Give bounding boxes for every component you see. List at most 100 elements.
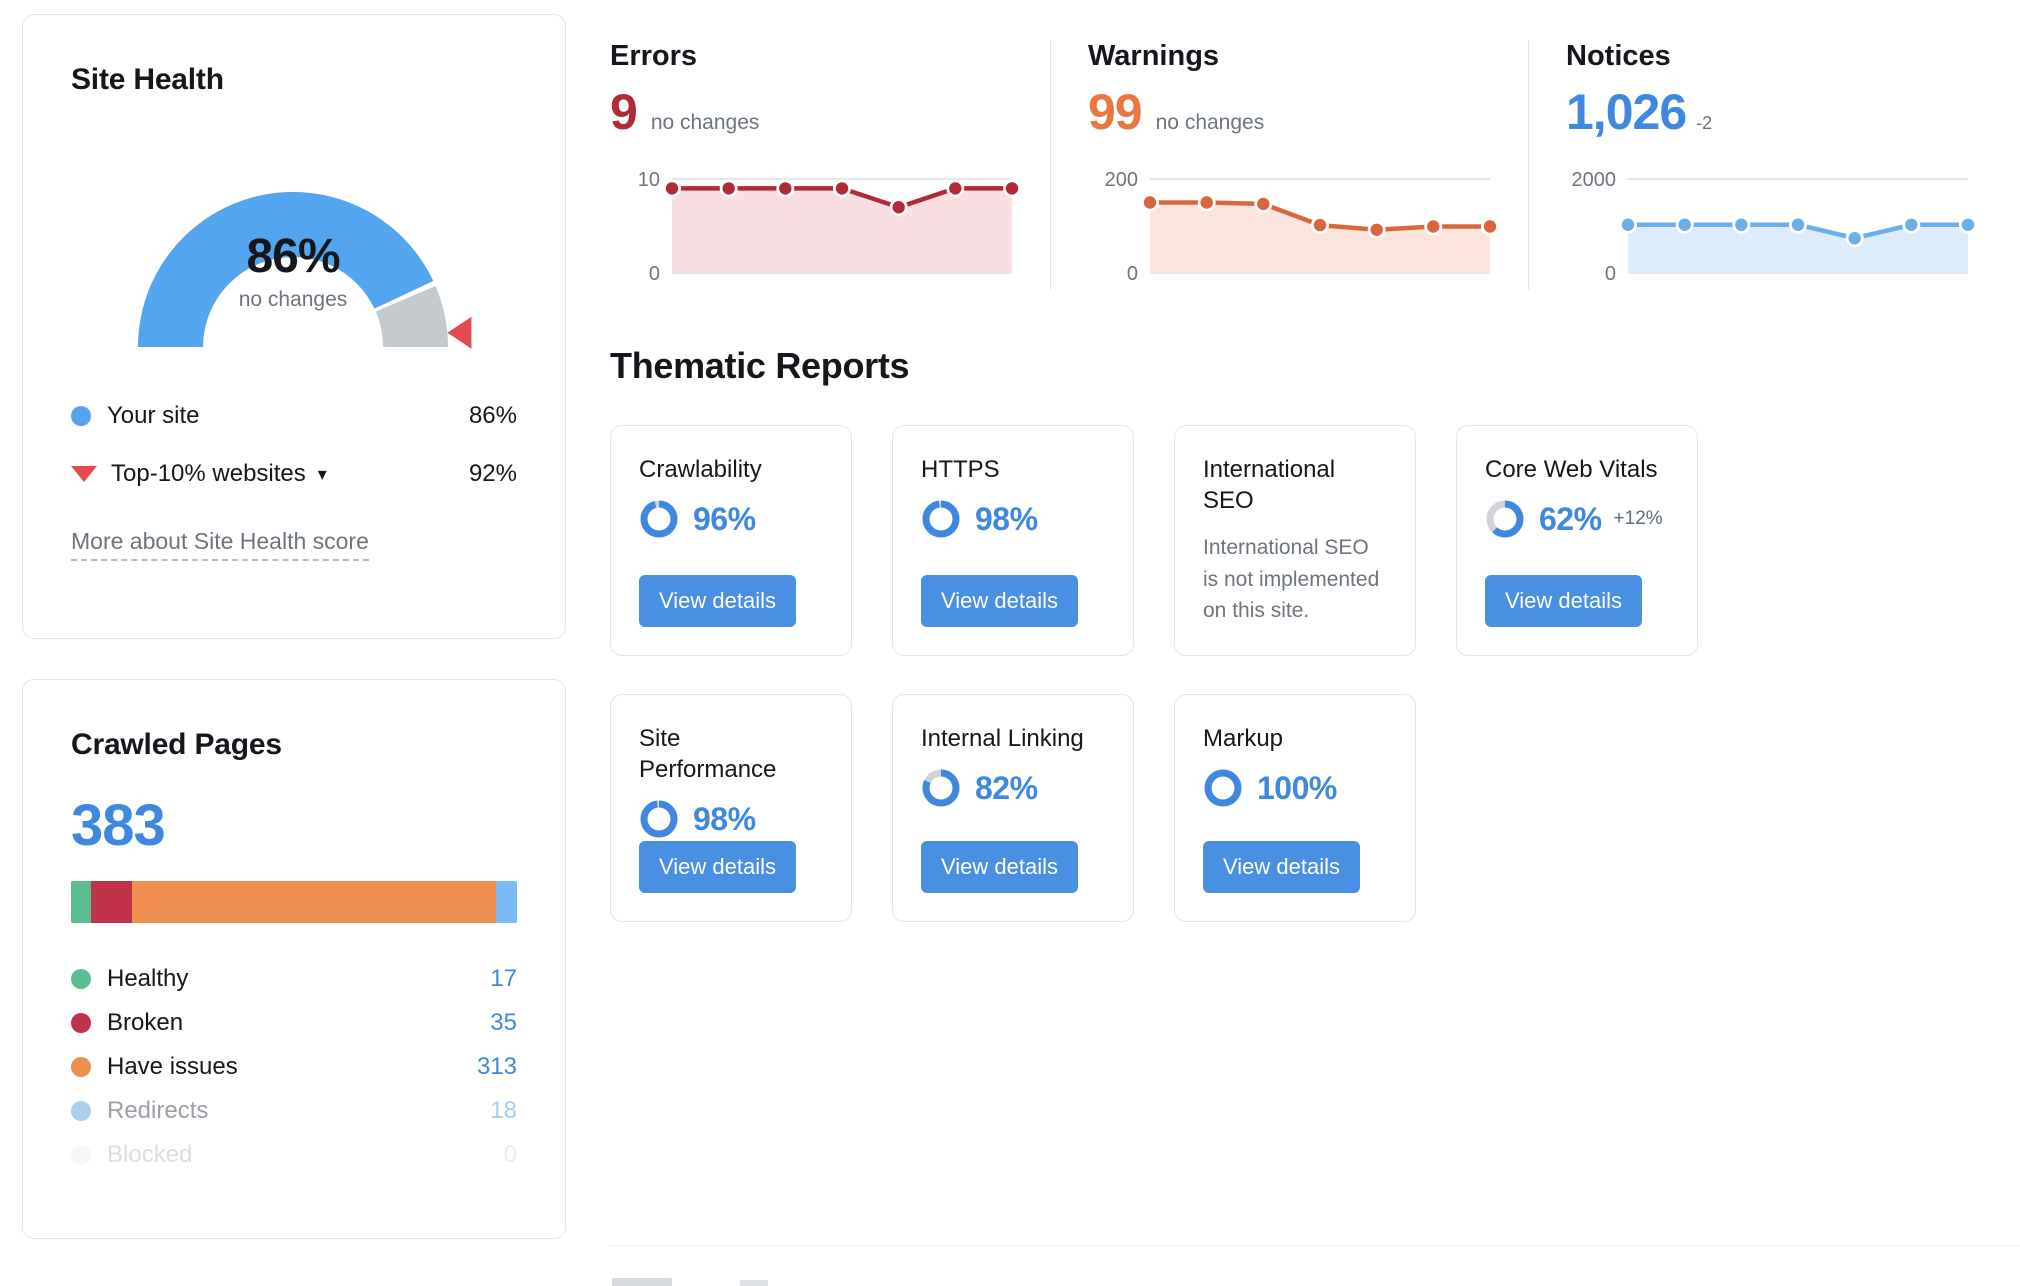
thematic-card-international-seo[interactable]: International SEO International SEO is not… [1174,425,1416,656]
more-about-site-health-link[interactable]: More about Site Health score [71,528,369,561]
data-point[interactable] [949,182,962,195]
data-point[interactable] [1621,218,1635,231]
legend-row-your-site: Your site 86% [71,402,517,430]
view-details-button[interactable]: View details [1485,574,1642,627]
crawled-legend-value: 313 [476,1053,517,1080]
thematic-card-score: 98% [921,499,1107,539]
data-point[interactable] [1313,218,1327,232]
metric-title: Warnings [1088,40,1220,72]
circle-icon [71,1057,91,1077]
thematic-card-percent: 98% [975,500,1038,537]
data-point[interactable] [1257,197,1270,211]
site-health-score: 86% [246,230,340,283]
circle-icon [71,1145,91,1165]
view-details-button[interactable]: View details [639,840,796,893]
legend-row-top-websites[interactable]: Top-10% websites ▾ 92% [71,460,517,488]
thematic-card-title: Site Performance [639,724,777,784]
metric-title: Notices [1566,40,1671,72]
placeholder-bar [740,1280,768,1286]
data-point[interactable] [1200,196,1213,209]
data-point[interactable] [1791,218,1805,231]
crawled-pages-total: 383 [71,793,166,858]
metric-title: Errors [610,40,698,72]
vertical-divider [1050,40,1051,290]
thematic-reports-title: Thematic Reports [610,345,910,386]
axis-tick-min: 0 [649,263,660,285]
data-point[interactable] [1370,223,1383,236]
data-point[interactable] [779,182,792,195]
vertical-divider [1528,40,1529,290]
stackbar-segment-broken[interactable] [90,881,132,923]
metric-value: 1,026 [1566,84,1687,140]
area-fill [672,188,1012,273]
crawled-legend-row[interactable]: Blocked 0 [71,1141,517,1169]
area-fill [1150,202,1490,273]
metric-sparkline: 200 0 [1088,169,1518,289]
data-point[interactable] [1483,220,1497,233]
view-details-button[interactable]: View details [921,574,1078,627]
crawled-legend-value: 18 [490,1097,517,1124]
thematic-card-site-performance[interactable]: Site Performance 98% View details [610,693,852,922]
stackbar-segment-have-issues[interactable] [131,881,497,923]
crawled-legend-row[interactable]: Broken 35 [71,1009,517,1037]
chevron-down-icon[interactable]: ▾ [318,465,327,483]
data-point[interactable] [665,182,679,195]
thematic-card-internal-linking[interactable]: Internal Linking 82% View details [892,693,1134,922]
crawled-pages-legend: Healthy 17 Broken 35 Have issues 313 Redirects… [71,965,517,1169]
crawled-legend-value: 35 [490,1009,517,1036]
crawled-legend-label: Have issues [107,1053,238,1080]
data-point[interactable] [1961,218,1975,231]
view-details-button[interactable]: View details [1203,840,1360,893]
stackbar-segment-redirects[interactable] [496,881,517,923]
thematic-card-https[interactable]: HTTPS 98% View details [892,425,1134,656]
thematic-card-title: Crawlability [639,456,762,483]
metric-card-warnings: Warnings 99 no changes 200 0 [1050,40,1528,290]
dashboard-page: Site Health 86% no changes Your site 86%… [0,0,2020,1286]
thematic-card-crawlability[interactable]: Crawlability 96% View details [610,425,852,656]
metric-sparkline: 10 0 [610,169,1040,289]
data-point[interactable] [1905,218,1918,231]
data-point[interactable] [1427,220,1440,233]
crawled-pages-stacked-bar [71,881,517,923]
crawled-legend-label: Redirects [107,1097,209,1124]
axis-tick-min: 0 [1127,263,1138,285]
crawled-legend-label: Healthy [107,965,189,992]
crawled-legend-row[interactable]: Healthy 17 [71,965,517,993]
metric-number-line: 9 no changes [610,83,1040,141]
crawled-legend-row[interactable]: Have issues 313 [71,1053,517,1081]
data-point[interactable] [1848,232,1861,245]
crawled-legend-label: Broken [107,1009,184,1036]
data-point[interactable] [892,201,905,214]
data-point[interactable] [722,182,735,195]
legend-value-your-site: 86% [468,402,517,429]
data-point[interactable] [1005,182,1019,195]
legend-label-your-site: Your site [107,402,200,429]
data-point[interactable] [1678,218,1691,231]
thematic-card-score: 96% [639,499,825,539]
view-details-button[interactable]: View details [639,574,796,627]
section-divider [610,1245,2020,1246]
thematic-card-core-web-vitals[interactable]: Core Web Vitals 62% +12% View details [1456,425,1698,656]
thematic-card-percent: 98% [693,800,756,837]
site-health-gauge: 86% no changes [83,137,503,372]
metric-number-line: 1,026 -2 [1566,83,1996,141]
legend-value-top-websites: 92% [468,460,517,487]
view-details-button[interactable]: View details [921,840,1078,893]
next-section-placeholder [612,1278,892,1286]
circle-icon [71,406,91,426]
thematic-card-title: Markup [1203,724,1284,752]
thematic-card-title: HTTPS [921,456,1000,483]
crawled-legend-row[interactable]: Redirects 18 [71,1097,517,1125]
site-health-card: Site Health 86% no changes Your site 86%… [22,14,566,639]
axis-tick-max: 10 [638,169,660,191]
data-point[interactable] [1143,196,1157,209]
metric-delta: no changes [650,111,760,134]
data-point[interactable] [1735,218,1748,231]
thematic-card-title: Core Web Vitals [1485,456,1658,483]
data-point[interactable] [835,182,849,195]
stackbar-segment-healthy[interactable] [71,881,91,923]
circle-icon [71,1101,91,1121]
thematic-card-markup[interactable]: Markup 100% View details [1174,693,1416,922]
benchmark-marker-icon [447,316,472,349]
thematic-card-change: +12% [1613,508,1663,530]
